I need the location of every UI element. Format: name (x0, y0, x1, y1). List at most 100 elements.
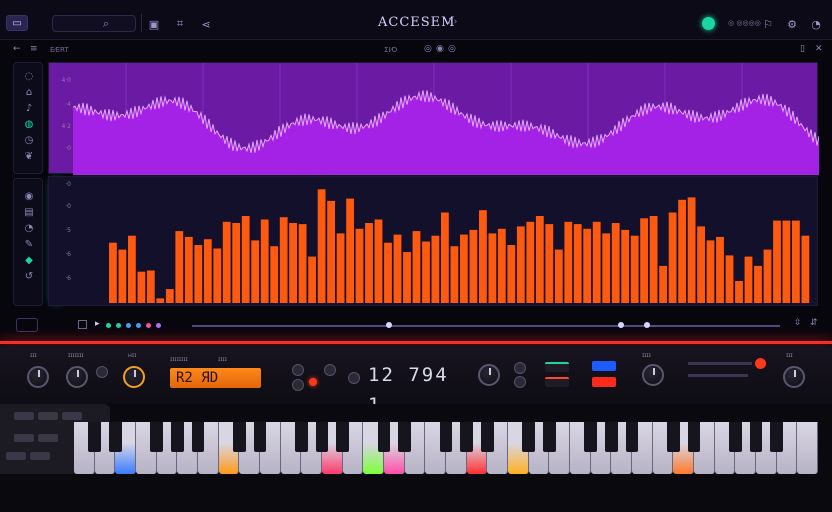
black-key[interactable] (191, 422, 205, 452)
volume-knob[interactable] (27, 366, 49, 388)
pad-button[interactable] (14, 434, 34, 442)
mini-knob[interactable] (292, 364, 304, 376)
pad-button[interactable] (62, 412, 82, 420)
black-key[interactable] (150, 422, 163, 452)
timeline-marker[interactable] (386, 322, 392, 328)
mini-knob[interactable] (96, 366, 108, 378)
master-knob[interactable] (783, 366, 805, 388)
black-key[interactable] (584, 422, 597, 452)
active-tool-icon[interactable]: ◍ (23, 119, 35, 131)
black-key[interactable] (667, 422, 680, 452)
mini-knob[interactable] (292, 379, 304, 391)
mixer-icon[interactable]: ◉ (23, 191, 35, 203)
expand-icon[interactable]: ⇳ (794, 318, 802, 328)
black-key[interactable] (605, 422, 618, 452)
grid-icon[interactable]: ⌗ (172, 16, 188, 32)
white-key[interactable] (797, 422, 818, 474)
black-key[interactable] (770, 422, 783, 452)
pad-button[interactable] (38, 412, 58, 420)
channel-button[interactable] (545, 362, 569, 372)
search-input[interactable]: ⌕ (52, 15, 136, 32)
track-dot[interactable] (156, 323, 161, 328)
settings-icon[interactable]: ⚙ (784, 16, 800, 32)
edit-icon[interactable]: ✎ (23, 239, 35, 251)
globe-icon[interactable]: ◌ (23, 71, 35, 83)
pad-button[interactable] (14, 412, 34, 420)
black-key[interactable] (88, 422, 101, 452)
timeline-marker[interactable] (618, 322, 624, 328)
pad-button[interactable] (30, 452, 50, 460)
mode-button-blue[interactable] (592, 361, 616, 371)
loop-icon[interactable]: ↺ (23, 271, 35, 283)
mini-knob[interactable] (324, 364, 336, 376)
pad-button[interactable] (6, 452, 26, 460)
waveform-display[interactable] (49, 63, 819, 175)
filter-knob[interactable] (642, 364, 664, 386)
record-led-icon[interactable] (309, 378, 317, 386)
close-icon[interactable]: ✕ (815, 44, 823, 54)
record-icon[interactable]: ◉ (436, 44, 444, 54)
target-icon[interactable]: ◎ (448, 44, 456, 54)
bell-icon[interactable]: ⚐ (760, 16, 776, 32)
collapse-icon[interactable]: ⇵ (810, 318, 818, 328)
note-icon[interactable]: ♪ (23, 103, 35, 115)
clock-icon[interactable]: ◷ (23, 135, 35, 147)
loop-toggle-button[interactable] (16, 318, 38, 332)
piano-keyboard[interactable] (74, 422, 818, 474)
menu-button[interactable]: ▭ (6, 15, 28, 31)
black-key[interactable] (439, 422, 453, 452)
track-dot[interactable] (116, 323, 121, 328)
black-key[interactable] (336, 422, 349, 452)
black-key[interactable] (171, 422, 184, 452)
spectrum-bars[interactable] (49, 177, 819, 307)
black-key[interactable] (233, 422, 246, 452)
play-icon[interactable]: ▸ (95, 319, 100, 329)
mini-knob[interactable] (514, 376, 526, 388)
user-icon[interactable]: ◔ (808, 16, 824, 32)
mode-button-red[interactable] (592, 377, 616, 387)
black-key[interactable] (398, 422, 411, 452)
timer-icon[interactable]: ◔ (23, 223, 35, 235)
pad-button[interactable] (38, 434, 58, 442)
mini-knob[interactable] (514, 362, 526, 374)
mini-slider[interactable] (688, 374, 748, 377)
status-indicator-icon[interactable] (702, 17, 715, 30)
leaf-icon[interactable]: ❦ (23, 151, 35, 163)
black-key[interactable] (729, 422, 742, 452)
tone-knob[interactable] (123, 366, 145, 388)
track-dot[interactable] (106, 323, 111, 328)
black-key[interactable] (315, 422, 329, 452)
jog-knob[interactable] (478, 364, 500, 386)
mini-knob[interactable] (348, 372, 360, 384)
playhead[interactable] (644, 322, 650, 328)
close-panel-icon[interactable]: ▯ (800, 44, 805, 54)
gain-knob[interactable] (66, 366, 88, 388)
black-key[interactable] (543, 422, 556, 452)
back-icon[interactable]: ← (13, 44, 21, 54)
black-key[interactable] (253, 422, 267, 452)
black-key[interactable] (687, 422, 701, 452)
track-dot[interactable] (126, 323, 131, 328)
black-key[interactable] (522, 422, 535, 452)
alert-led-icon[interactable] (755, 358, 766, 369)
file-icon[interactable]: ▤ (23, 207, 35, 219)
list-icon[interactable]: ≡ (30, 44, 38, 54)
black-key[interactable] (295, 422, 308, 452)
black-key[interactable] (749, 422, 763, 452)
mini-slider[interactable] (688, 362, 752, 365)
share-icon[interactable]: ⋖ (198, 16, 214, 32)
chat-icon[interactable]: ◆ (23, 255, 35, 267)
title-controls[interactable]: ⁝ › (448, 17, 457, 27)
channel-button[interactable] (545, 377, 569, 387)
black-key[interactable] (377, 422, 391, 452)
black-key[interactable] (481, 422, 494, 452)
home-icon[interactable]: ⌂ (23, 87, 35, 99)
cycle-icon[interactable]: ◎ (424, 44, 432, 54)
timeline-track[interactable] (192, 325, 780, 327)
black-key[interactable] (460, 422, 473, 452)
black-key[interactable] (109, 422, 122, 452)
image-icon[interactable]: ▣ (146, 16, 162, 32)
track-dot[interactable] (136, 323, 141, 328)
stop-button[interactable] (78, 320, 87, 329)
black-key[interactable] (625, 422, 639, 452)
